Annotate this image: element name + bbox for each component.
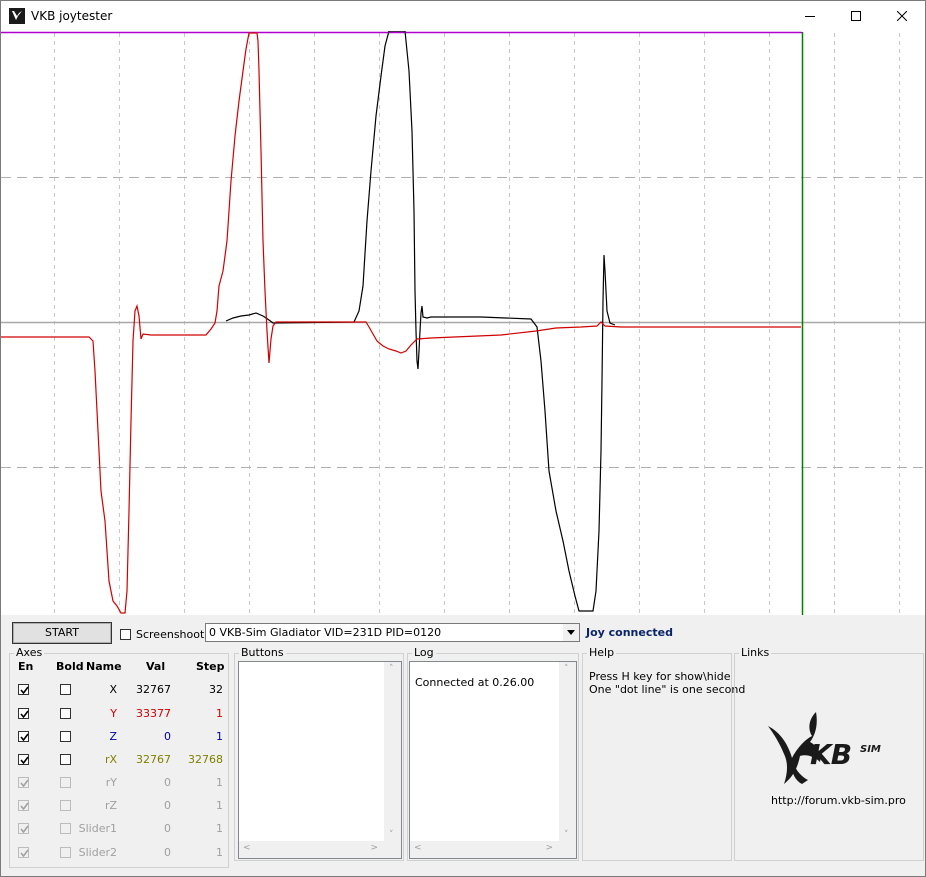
- axis-value: 0: [164, 846, 171, 859]
- axis-bold-checkbox[interactable]: [60, 708, 71, 719]
- help-text-line2: One "dot line" is one second: [589, 683, 746, 696]
- vkb-app-icon: [9, 8, 25, 24]
- logo-sim-text: SIM: [860, 744, 881, 755]
- checkmark-icon: [20, 779, 29, 788]
- time-gridlines: [54, 33, 900, 615]
- scroll-left-icon[interactable]: <: [243, 843, 251, 853]
- axis-bold-checkbox[interactable]: [60, 800, 71, 811]
- axis-bold-checkbox[interactable]: [60, 823, 71, 834]
- scroll-down-icon[interactable]: ˅: [564, 830, 569, 840]
- maximize-button[interactable]: [833, 1, 879, 31]
- axis-name: Z: [109, 730, 117, 743]
- forum-link[interactable]: http://forum.vkb-sim.pro: [771, 794, 906, 807]
- axis-enable-checkbox[interactable]: [18, 731, 29, 742]
- device-select-value: 0 VKB-Sim Gladiator VID=231D PID=0120: [209, 626, 442, 639]
- axis-enable-checkbox[interactable]: [18, 800, 29, 811]
- vkb-sim-logo[interactable]: KB SIM: [766, 710, 896, 790]
- axis-enable-checkbox[interactable]: [18, 684, 29, 695]
- axis-value: 0: [164, 799, 171, 812]
- checkmark-icon: [20, 686, 29, 695]
- log-vertical-scrollbar[interactable]: ˄ ˅: [559, 662, 576, 858]
- title-bar[interactable]: VKB joytester: [1, 1, 925, 31]
- scroll-left-icon[interactable]: <: [414, 843, 422, 853]
- axis-enable-checkbox[interactable]: [18, 708, 29, 719]
- axis-bold-checkbox[interactable]: [60, 777, 71, 788]
- log-group-title: Log: [412, 646, 436, 659]
- axis-value: 33377: [136, 707, 171, 720]
- axis-step: 1: [216, 776, 223, 789]
- axis-bold-checkbox[interactable]: [60, 754, 71, 765]
- axis-name: rY: [105, 776, 117, 789]
- axis-trace-x: [225, 31, 616, 612]
- axis-step: 1: [216, 822, 223, 835]
- checkmark-icon: [20, 802, 29, 811]
- minimize-icon: [805, 11, 815, 21]
- axis-name: X: [109, 683, 117, 696]
- axis-value: 32767: [136, 683, 171, 696]
- axes-header-val: Val: [146, 660, 166, 673]
- axis-step: 32: [209, 683, 223, 696]
- axis-value: 0: [164, 776, 171, 789]
- scroll-down-icon[interactable]: ˅: [389, 830, 394, 840]
- minimize-button[interactable]: [787, 1, 833, 31]
- screenshoot-label: Screenshoot: [136, 628, 205, 641]
- log-horizontal-scrollbar[interactable]: < >: [410, 841, 559, 858]
- buttons-group-title: Buttons: [239, 646, 286, 659]
- device-select[interactable]: 0 VKB-Sim Gladiator VID=231D PID=0120: [205, 623, 580, 642]
- scroll-up-icon[interactable]: ˄: [564, 664, 569, 674]
- scroll-up-icon[interactable]: ˄: [389, 664, 394, 674]
- axis-value: 0: [164, 730, 171, 743]
- connection-status: Joy connected: [586, 626, 673, 639]
- axis-step: 1: [216, 846, 223, 859]
- start-button[interactable]: START: [12, 622, 112, 644]
- axis-step: 1: [216, 730, 223, 743]
- log-list[interactable]: Connected at 0.26.00 ˄ ˅ < >: [409, 661, 577, 859]
- checkmark-icon: [20, 756, 29, 765]
- axis-name: Slider2: [78, 846, 117, 859]
- close-button[interactable]: [879, 1, 925, 31]
- screenshoot-checkbox[interactable]: [120, 629, 131, 640]
- axes-header-step: Step: [196, 660, 225, 673]
- axis-enable-checkbox[interactable]: [18, 823, 29, 834]
- axis-bold-checkbox[interactable]: [60, 731, 71, 742]
- axis-value: 32767: [136, 753, 171, 766]
- checkmark-icon: [20, 849, 29, 858]
- axis-step: 1: [216, 799, 223, 812]
- axis-plot: [1, 31, 925, 615]
- axis-name: rZ: [104, 799, 117, 812]
- axes-header-bold: Bold: [56, 660, 84, 673]
- axis-bold-checkbox[interactable]: [60, 847, 71, 858]
- close-icon: [897, 11, 907, 21]
- axis-enable-checkbox[interactable]: [18, 754, 29, 765]
- axis-step: 1: [216, 707, 223, 720]
- help-group-title: Help: [587, 646, 617, 659]
- checkmark-icon: [20, 825, 29, 834]
- scroll-right-icon[interactable]: >: [370, 843, 378, 853]
- maximize-icon: [851, 11, 861, 21]
- axes-header-en: En: [18, 660, 34, 673]
- buttons-list[interactable]: ˄ ˅ < >: [238, 661, 402, 859]
- axis-name: rX: [104, 753, 117, 766]
- chevron-down-icon[interactable]: [563, 624, 579, 641]
- axis-bold-checkbox[interactable]: [60, 684, 71, 695]
- buttons-vertical-scrollbar[interactable]: ˄ ˅: [384, 662, 401, 858]
- axis-value: 0: [164, 822, 171, 835]
- axis-step: 32768: [188, 753, 223, 766]
- buttons-horizontal-scrollbar[interactable]: < >: [239, 841, 384, 858]
- axis-name: Slider1: [78, 822, 117, 835]
- checkmark-icon: [20, 710, 29, 719]
- scroll-right-icon[interactable]: >: [545, 843, 553, 853]
- help-text-line1: Press H key for show\hide: [589, 670, 731, 683]
- log-line: Connected at 0.26.00: [415, 676, 535, 689]
- window-title: VKB joytester: [31, 9, 113, 23]
- axis-enable-checkbox[interactable]: [18, 777, 29, 788]
- axis-plot-area: [1, 31, 925, 615]
- axes-header-name: Name: [86, 660, 122, 673]
- axis-name: Y: [110, 707, 117, 720]
- links-group-title: Links: [739, 646, 772, 659]
- axis-enable-checkbox[interactable]: [18, 847, 29, 858]
- axes-group-title: Axes: [14, 646, 45, 659]
- logo-kb-text: KB: [810, 738, 852, 771]
- checkmark-icon: [20, 733, 29, 742]
